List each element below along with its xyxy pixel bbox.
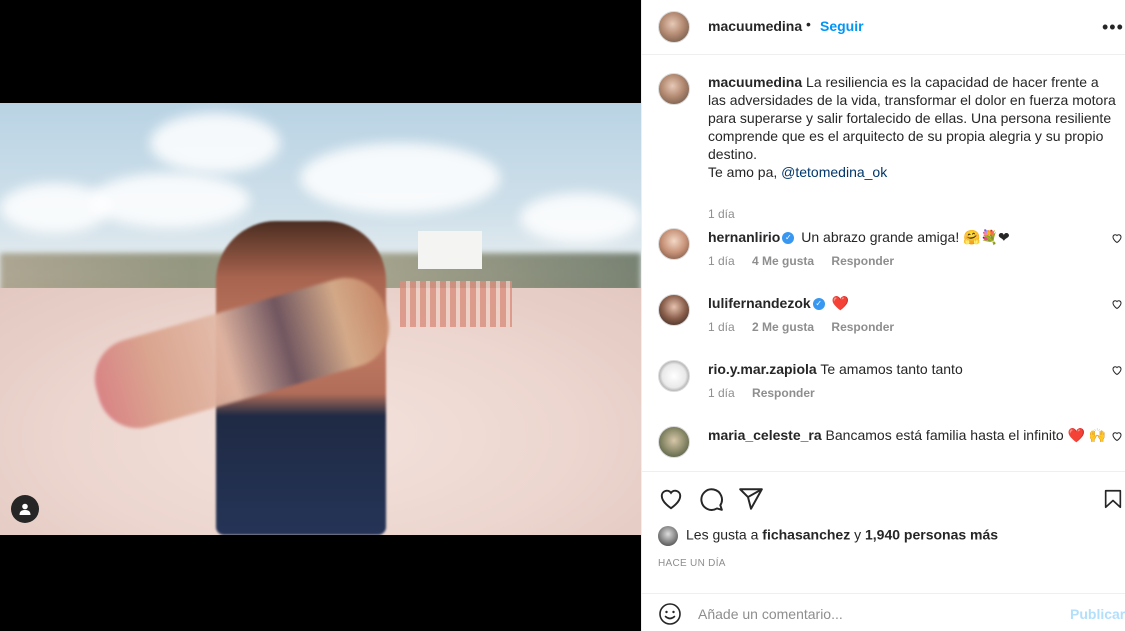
publish-button[interactable]: Publicar (1070, 606, 1125, 622)
author-username[interactable]: macuumedina (708, 18, 802, 34)
caption-text: macuumedina La resiliencia es la capacid… (708, 73, 1118, 181)
post-header: macuumedina • Seguir ••• (642, 0, 1125, 55)
verified-icon: ✓ (812, 298, 825, 311)
comment-item: hernanlirio ✓ Un abrazo grande amiga! 🤗💐❤… (658, 228, 1125, 284)
heart-icon[interactable] (658, 486, 684, 512)
more-icon[interactable]: ••• (1102, 18, 1124, 36)
likes-joiner: y (854, 526, 862, 543)
comment-username[interactable]: rio.y.mar.zapiola (708, 361, 817, 377)
comment-item: lulifernandezok ✓ ❤️ 1 día 2 Me gusta Res… (658, 294, 1125, 350)
post-media (0, 0, 641, 631)
comment-username[interactable]: maria_celeste_ra (708, 427, 822, 443)
comment-text: lulifernandezok ✓ ❤️ (708, 294, 1108, 312)
caption-time[interactable]: 1 día (708, 207, 735, 221)
comment-body: Bancamos está familia hasta el infinito … (825, 427, 1107, 443)
comment-heart-icon[interactable] (1111, 364, 1123, 376)
header-separator: • (806, 16, 811, 32)
comment-heart-icon[interactable] (1111, 430, 1123, 442)
add-comment-bar: Publicar (642, 593, 1125, 631)
post-dialog: macuumedina • Seguir ••• macuumedina La … (0, 0, 1125, 631)
comment-time[interactable]: 1 día (708, 320, 735, 334)
comment-text: hernanlirio ✓ Un abrazo grande amiga! 🤗💐❤ (708, 228, 1108, 246)
share-icon[interactable] (738, 486, 764, 512)
likes-first-user[interactable]: fichasanchez (762, 527, 850, 543)
verified-icon: ✓ (782, 232, 795, 245)
comment-body: Un abrazo grande amiga! 🤗💐❤ (801, 229, 1010, 245)
comment-meta: 1 día 2 Me gusta Responder (708, 320, 908, 334)
comment-username[interactable]: lulifernandezok (708, 295, 811, 311)
comment-time[interactable]: 1 día (708, 386, 735, 400)
caption-closing: Te amo pa, (708, 164, 778, 180)
comment-time[interactable]: 1 día (708, 254, 735, 268)
likes-prefix: Les gusta a (686, 526, 759, 543)
comment-text: maria_celeste_ra Bancamos está familia h… (708, 426, 1108, 444)
reply-button[interactable]: Responder (831, 320, 894, 334)
user-tag-icon[interactable] (11, 495, 39, 523)
caption-username[interactable]: macuumedina (708, 74, 802, 90)
liker-avatar[interactable] (658, 526, 678, 546)
comment-heart-icon[interactable] (1111, 232, 1123, 244)
comment-likes[interactable]: 4 Me gusta (752, 254, 814, 268)
comment-text: rio.y.mar.zapiola Te amamos tanto tanto (708, 360, 1108, 378)
likes-others[interactable]: 1,940 personas más (865, 527, 998, 543)
comment-item: maria_celeste_ra Bancamos está familia h… (658, 426, 1125, 470)
caption-mention[interactable]: @tetomedina_ok (781, 164, 887, 180)
post-photo[interactable] (0, 103, 641, 535)
comment-avatar[interactable] (658, 228, 690, 260)
comment-input[interactable] (698, 600, 1058, 628)
comment-meta: 1 día Responder (708, 386, 829, 400)
author-avatar[interactable] (658, 11, 690, 43)
comment-icon[interactable] (698, 486, 724, 512)
caption-avatar[interactable] (658, 73, 690, 105)
bookmark-icon[interactable] (1102, 486, 1124, 512)
post-actions (642, 471, 1125, 523)
follow-button[interactable]: Seguir (820, 18, 864, 34)
comment-avatar[interactable] (658, 360, 690, 392)
post-timestamp[interactable]: HACE UN DÍA (658, 558, 726, 569)
comment-body: ❤️ (831, 295, 850, 311)
reply-button[interactable]: Responder (831, 254, 894, 268)
comment-avatar[interactable] (658, 426, 690, 458)
comment-likes[interactable]: 2 Me gusta (752, 320, 814, 334)
reply-button[interactable]: Responder (752, 386, 815, 400)
post-sidebar: macuumedina • Seguir ••• macuumedina La … (641, 0, 1125, 631)
comment-avatar[interactable] (658, 294, 690, 326)
comment-username[interactable]: hernanlirio (708, 229, 780, 245)
comment-heart-icon[interactable] (1111, 298, 1123, 310)
comment-body: Te amamos tanto tanto (820, 361, 963, 377)
comments-list[interactable]: macuumedina La resiliencia es la capacid… (642, 55, 1125, 470)
comment-meta: 1 día 4 Me gusta Responder (708, 254, 908, 268)
emoji-icon[interactable] (658, 602, 682, 626)
comment-item: rio.y.mar.zapiola Te amamos tanto tanto … (658, 360, 1125, 416)
likes-summary: Les gusta a fichasanchez y 1,940 persona… (658, 526, 998, 546)
